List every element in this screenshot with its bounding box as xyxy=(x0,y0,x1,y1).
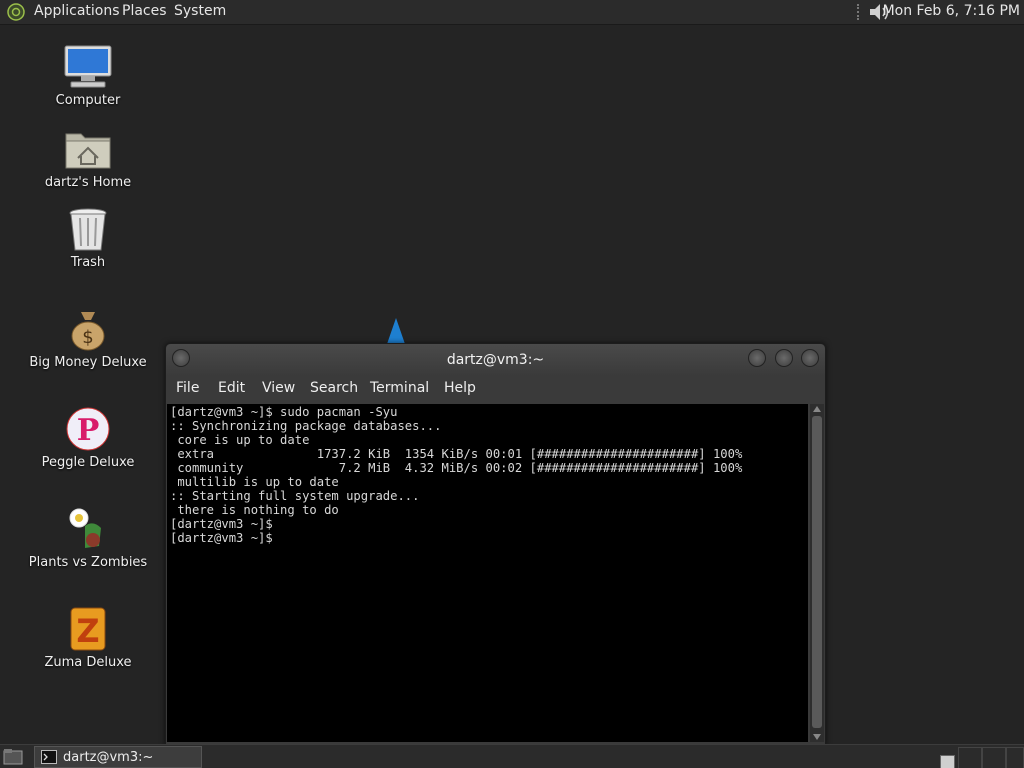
terminal-line: :: Starting full system upgrade... xyxy=(170,489,420,503)
menu-help[interactable]: Help xyxy=(444,380,476,396)
window-titlebar[interactable]: dartz@vm3:~ xyxy=(166,344,825,376)
workspace-3[interactable] xyxy=(982,747,1006,768)
terminal-line: community 7.2 MiB 4.32 MiB/s 00:02 [####… xyxy=(170,461,743,475)
scroll-down-icon[interactable] xyxy=(813,734,821,740)
svg-text:Z: Z xyxy=(76,612,99,650)
desktop-icon-label: Computer xyxy=(55,93,121,108)
desktop-icon-label: dartz's Home xyxy=(44,175,132,190)
menu-file[interactable]: File xyxy=(176,380,199,396)
terminal-menubar: File Edit View Search Terminal Help xyxy=(166,376,825,402)
menu-terminal[interactable]: Terminal xyxy=(370,380,429,396)
desktop-icon-plants-vs-zombies[interactable]: Plants vs Zombies xyxy=(18,506,158,570)
svg-text:$: $ xyxy=(82,327,93,348)
workspace-1[interactable] xyxy=(940,755,955,768)
taskbar-button-label: dartz@vm3:~ xyxy=(63,750,154,765)
bottom-panel: dartz@vm3:~ xyxy=(0,744,1024,768)
desktop-icon-label: Plants vs Zombies xyxy=(28,555,148,570)
menu-applications[interactable]: Applications xyxy=(34,3,120,19)
desktop-icon-computer[interactable]: Computer xyxy=(18,44,158,108)
terminal-line: [dartz@vm3 ~]$ xyxy=(170,531,273,545)
distro-logo-icon[interactable] xyxy=(6,3,26,21)
zuma-icon: Z xyxy=(70,607,106,651)
menu-system[interactable]: System xyxy=(174,3,226,19)
terminal-line: :: Synchronizing package databases... xyxy=(170,419,442,433)
scroll-up-icon[interactable] xyxy=(813,406,821,412)
money-bag-icon: $ xyxy=(71,312,105,351)
show-desktop-icon[interactable] xyxy=(3,748,23,765)
plants-vs-zombies-icon xyxy=(69,508,101,548)
menu-edit[interactable]: Edit xyxy=(218,380,245,396)
desktop-icon-home[interactable]: dartz's Home xyxy=(18,126,158,190)
desktop-icon-big-money[interactable]: $ Big Money Deluxe xyxy=(18,306,158,370)
terminal-output[interactable]: [dartz@vm3 ~]$ sudo pacman -Syu:: Synchr… xyxy=(167,404,808,742)
terminal-line: there is nothing to do xyxy=(170,503,339,517)
desktop-icon-zuma[interactable]: Z Zuma Deluxe xyxy=(18,606,158,670)
window-title: dartz@vm3:~ xyxy=(446,352,545,368)
workspace-2[interactable] xyxy=(958,747,982,768)
terminal-line: [dartz@vm3 ~]$ sudo pacman -Syu xyxy=(170,405,398,419)
menu-search[interactable]: Search xyxy=(310,380,358,396)
peggle-icon: P xyxy=(66,407,110,451)
close-button[interactable] xyxy=(801,349,819,367)
maximize-button[interactable] xyxy=(775,349,793,367)
panel-handle-icon xyxy=(857,4,862,20)
menu-places[interactable]: Places xyxy=(122,3,167,19)
menu-view[interactable]: View xyxy=(262,380,295,396)
mouse-pointer-icon xyxy=(387,318,405,344)
home-folder-icon xyxy=(65,133,111,169)
clock[interactable]: Mon Feb 6, 7:16 PM xyxy=(883,3,1020,19)
terminal-line: core is up to date xyxy=(170,433,310,447)
terminal-window[interactable]: dartz@vm3:~ File Edit View Search Termin… xyxy=(165,343,826,745)
desktop-icon-peggle[interactable]: P Peggle Deluxe xyxy=(18,406,158,470)
svg-text:P: P xyxy=(77,413,100,448)
desktop-icon-label: Big Money Deluxe xyxy=(29,355,147,370)
minimize-button[interactable] xyxy=(748,349,766,367)
trash-icon xyxy=(69,208,107,251)
desktop-icon-label: Peggle Deluxe xyxy=(41,455,135,470)
desktop: Applications Places System Mon Feb 6, 7:… xyxy=(0,0,1024,768)
desktop-icon-label: Zuma Deluxe xyxy=(44,655,132,670)
terminal-icon xyxy=(41,750,57,764)
desktop-icon-label: Trash xyxy=(70,255,106,270)
top-panel: Applications Places System Mon Feb 6, 7:… xyxy=(0,0,1024,25)
terminal-line: extra 1737.2 KiB 1354 KiB/s 00:01 [#####… xyxy=(170,447,743,461)
terminal-line: [dartz@vm3 ~]$ xyxy=(170,517,273,531)
desktop-icon-trash[interactable]: Trash xyxy=(18,206,158,270)
workspace-4[interactable] xyxy=(1006,747,1024,768)
computer-icon xyxy=(64,45,112,88)
terminal-scrollbar[interactable] xyxy=(810,404,824,742)
scrollbar-thumb[interactable] xyxy=(812,416,822,728)
terminal-line: multilib is up to date xyxy=(170,475,339,489)
taskbar-terminal-button[interactable]: dartz@vm3:~ xyxy=(34,746,202,768)
